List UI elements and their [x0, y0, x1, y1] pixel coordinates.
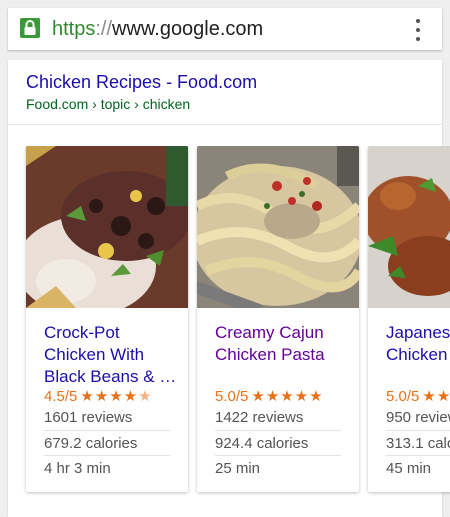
- recipe-card[interactable]: Japanese Mum's Chicken 5.0/5★★★★★ 950 re…: [368, 146, 450, 492]
- overflow-menu-icon[interactable]: [406, 18, 430, 42]
- divider: [8, 124, 442, 125]
- divider: [215, 455, 341, 456]
- cook-time: 45 min: [386, 460, 432, 477]
- star-rating-icon: ★★★★★: [251, 388, 324, 405]
- recipe-carousel[interactable]: Crock-Pot Chicken With Black Beans & … 4…: [0, 146, 450, 496]
- recipe-rating: 5.0/5★★★★★: [215, 387, 324, 405]
- recipe-rating: 5.0/5★★★★★: [386, 387, 450, 405]
- divider: [215, 430, 341, 431]
- cook-time: 4 hr 3 min: [44, 460, 111, 477]
- rating-value: 5.0/5: [215, 388, 249, 405]
- calories: 924.4 calories: [215, 435, 309, 452]
- calories: 679.2 calories: [44, 435, 138, 452]
- divider: [44, 455, 170, 456]
- star-rating-icon: ★★★★★: [422, 388, 450, 405]
- review-count: 1422 reviews: [215, 409, 304, 426]
- star-rating-icon: ★★★★: [80, 388, 139, 405]
- recipe-name[interactable]: Japanese Mum's Chicken: [386, 322, 450, 366]
- address-bar[interactable]: https://www.google.com: [8, 8, 442, 50]
- recipe-card[interactable]: Crock-Pot Chicken With Black Beans & … 4…: [26, 146, 188, 492]
- url-host: www.google.com: [112, 18, 264, 40]
- result-breadcrumb: Food.com › topic › chicken: [26, 96, 191, 112]
- review-count: 950 reviews: [386, 409, 450, 426]
- lock-icon: [20, 18, 40, 38]
- cook-time: 25 min: [215, 460, 261, 477]
- divider: [386, 455, 450, 456]
- recipe-image-chicken-black-beans: [26, 146, 188, 308]
- recipe-image-japanese-chicken: [368, 146, 450, 308]
- review-count: 1601 reviews: [44, 409, 133, 426]
- divider: [386, 430, 450, 431]
- recipe-image-cajun-pasta: [197, 146, 359, 308]
- url-separator: ://: [95, 18, 113, 40]
- divider: [44, 430, 170, 431]
- recipe-card[interactable]: Creamy Cajun Chicken Pasta 5.0/5 ★★★★★ 14…: [197, 146, 359, 492]
- rating-value: 4.5/5: [44, 388, 78, 405]
- calories: 313.1 calories: [386, 435, 450, 452]
- result-title-link[interactable]: Chicken Recipes - Food.com: [26, 72, 257, 93]
- recipe-name[interactable]: Crock-Pot Chicken With Black Beans & …: [44, 322, 184, 388]
- rating-value: 5.0/5: [386, 388, 420, 405]
- recipe-name[interactable]: Creamy Cajun Chicken Pasta: [215, 322, 355, 366]
- url-text[interactable]: https://www.google.com: [52, 17, 263, 41]
- recipe-rating: 4.5/5 ★★★★★: [44, 388, 152, 405]
- url-scheme: https: [52, 18, 96, 40]
